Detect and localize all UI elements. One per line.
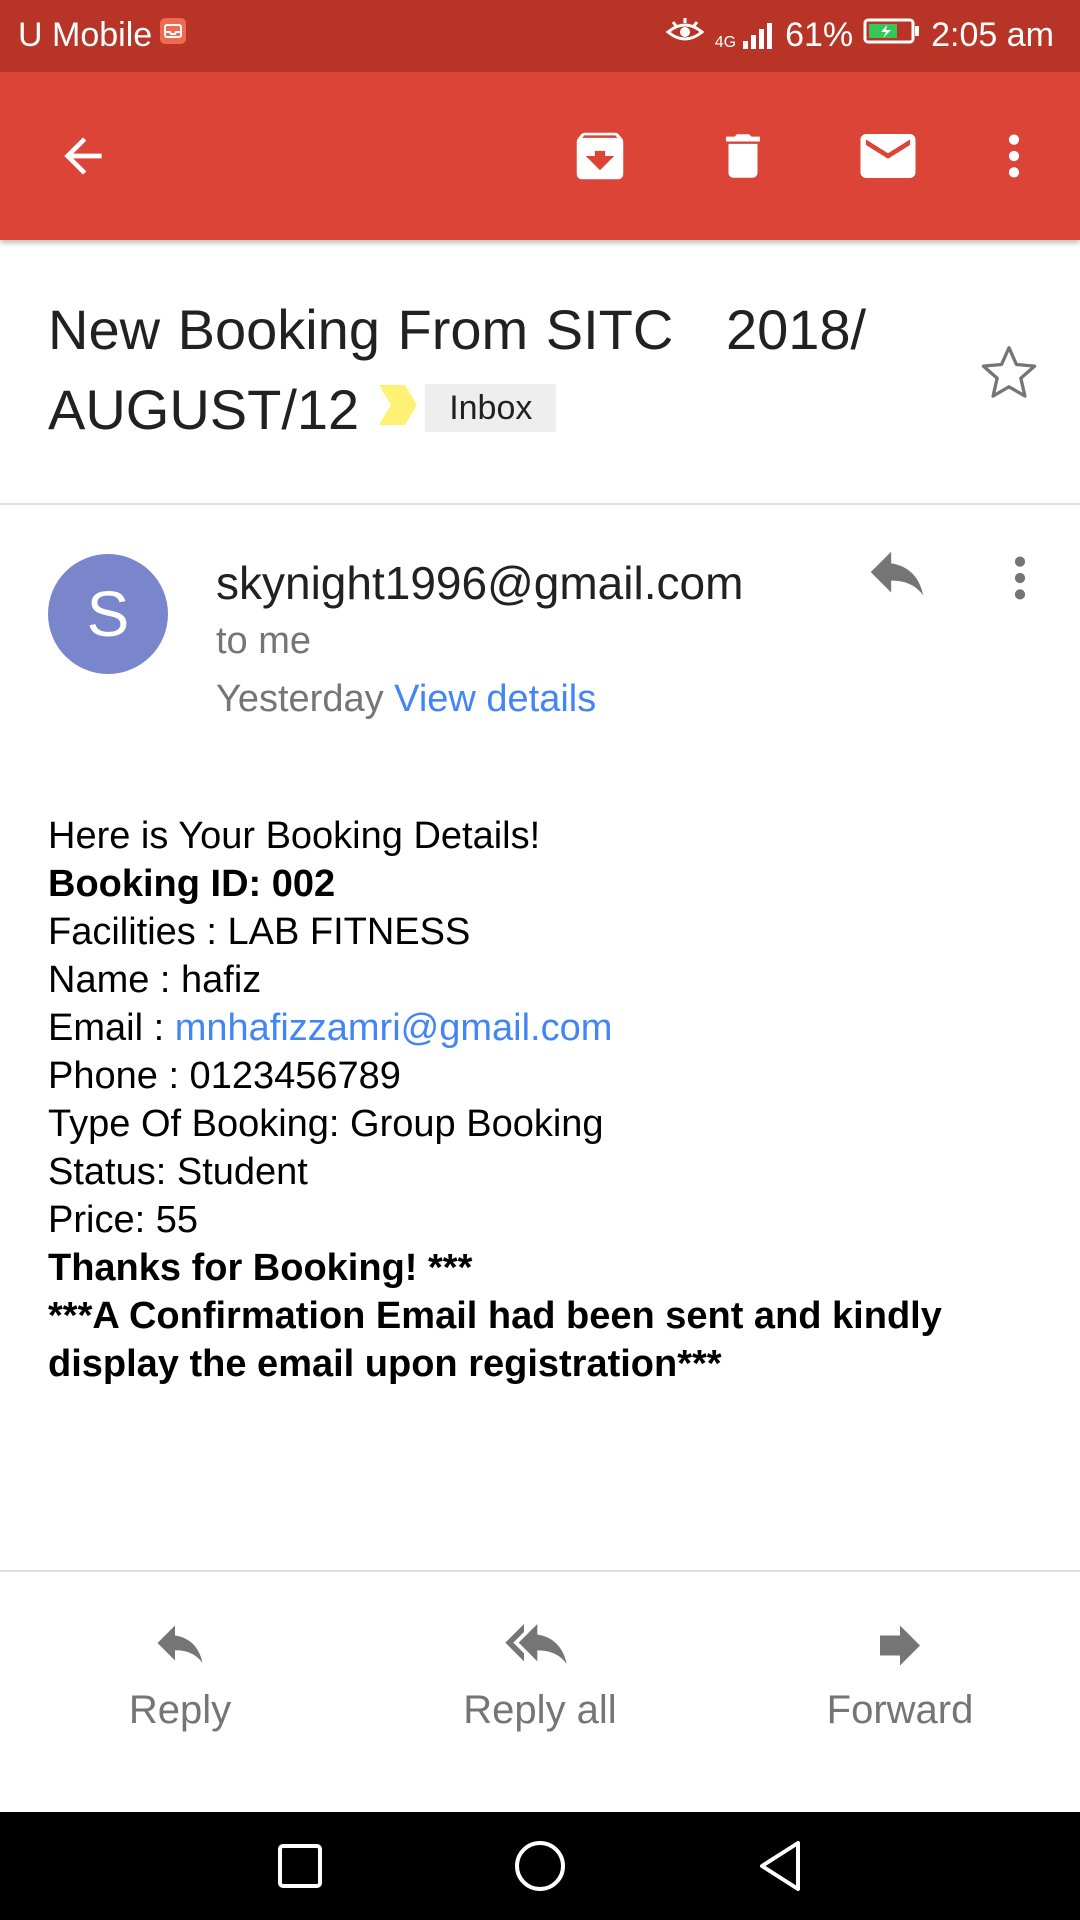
reply-all-label: Reply all xyxy=(463,1688,617,1732)
carrier-label: U Mobile xyxy=(18,16,153,54)
reply-label: Reply xyxy=(128,1688,232,1732)
subject-line-1: New Booking From SITC 2018/ xyxy=(48,298,867,361)
star-icon xyxy=(981,346,1037,398)
facilities-line: Facilities : LAB FITNESS xyxy=(48,911,471,953)
view-details-link[interactable]: View details xyxy=(394,678,596,720)
date-line: Yesterday View details xyxy=(216,678,596,721)
arrow-left-icon xyxy=(64,137,102,175)
reply-actions-bar: Reply Reply all Forward xyxy=(0,1572,1080,1812)
battery-percent: 61% xyxy=(785,16,854,54)
mark-unread-button[interactable] xyxy=(833,72,943,240)
delete-button[interactable] xyxy=(688,72,798,240)
reply-action-button[interactable]: Reply xyxy=(50,1572,310,1812)
battery-icon xyxy=(863,16,921,55)
trash-icon xyxy=(726,134,760,178)
triangle-back-icon xyxy=(760,1841,800,1891)
reply-icon xyxy=(870,551,924,596)
home-button[interactable] xyxy=(480,1812,600,1920)
status-line: Status: Student xyxy=(48,1151,308,1193)
forward-icon xyxy=(880,1625,920,1666)
network-type: 4G xyxy=(714,33,737,51)
more-vertical-icon xyxy=(1008,134,1020,178)
back-nav-button[interactable] xyxy=(720,1812,840,1920)
email-line: Email : mnhafizzamri@gmail.com xyxy=(48,1004,1048,1052)
forward-action-button[interactable]: Forward xyxy=(770,1572,1030,1812)
sender-address[interactable]: skynight1996@gmail.com xyxy=(216,556,743,610)
price-line: Price: 55 xyxy=(48,1199,198,1241)
reply-button[interactable] xyxy=(862,548,932,613)
subject-line-2: AUGUST/12 xyxy=(48,378,360,441)
archive-icon xyxy=(576,132,624,180)
confirmation-line: ***A Confirmation Email had been sent an… xyxy=(48,1295,942,1385)
body-greeting: Here is Your Booking Details! xyxy=(48,815,541,857)
system-navigation-bar xyxy=(0,1812,1080,1920)
reply-all-action-button[interactable]: Reply all xyxy=(410,1572,670,1812)
archive-button[interactable] xyxy=(545,72,655,240)
recipient-line: to me xyxy=(216,620,312,662)
status-icons: 4G 61% 2:05 am xyxy=(665,16,1054,55)
importance-marker-icon xyxy=(377,368,419,448)
carrier: U Mobile xyxy=(18,16,188,55)
forward-label: Forward xyxy=(826,1688,974,1732)
thanks-line: Thanks for Booking! *** xyxy=(48,1247,473,1289)
message-overflow-button[interactable] xyxy=(992,548,1048,613)
envelope-icon xyxy=(860,134,916,178)
avatar-letter: S xyxy=(86,578,130,650)
subject-header: New Booking From SITC 2018/ AUGUST/12 Inb… xyxy=(48,290,948,454)
email-subject: New Booking From SITC 2018/ AUGUST/12 Inb… xyxy=(48,290,948,454)
inbox-label[interactable]: Inbox xyxy=(425,384,557,433)
reply-icon xyxy=(157,1625,203,1663)
more-vertical-icon xyxy=(1014,556,1026,600)
reply-all-icon xyxy=(505,1624,567,1664)
email-prefix: Email : xyxy=(48,1007,175,1049)
square-icon xyxy=(278,1844,322,1888)
recents-button[interactable] xyxy=(240,1812,360,1920)
overflow-menu-button[interactable] xyxy=(959,72,1069,240)
clock: 2:05 am xyxy=(931,16,1054,54)
app-toolbar xyxy=(0,72,1080,240)
notification-icon xyxy=(158,16,188,55)
name-line: Name : hafiz xyxy=(48,959,262,1001)
phone-line: Phone : 0123456789 xyxy=(48,1055,401,1097)
email-body: Here is Your Booking Details! Booking ID… xyxy=(48,812,1048,1388)
circle-icon xyxy=(515,1841,565,1891)
booking-type-line: Type Of Booking: Group Booking xyxy=(48,1103,604,1145)
status-bar: U Mobile 4G 61% 2:05 am xyxy=(0,0,1080,72)
divider xyxy=(0,503,1080,505)
star-button[interactable] xyxy=(976,340,1042,411)
booking-id: Booking ID: 002 xyxy=(48,863,336,905)
signal-icon: 4G xyxy=(715,21,775,51)
sender-avatar[interactable]: S xyxy=(48,554,168,674)
email-date: Yesterday xyxy=(216,678,384,720)
eye-comfort-icon xyxy=(665,16,705,55)
back-button[interactable] xyxy=(28,72,138,240)
email-link[interactable]: mnhafizzamri@gmail.com xyxy=(175,1007,613,1049)
